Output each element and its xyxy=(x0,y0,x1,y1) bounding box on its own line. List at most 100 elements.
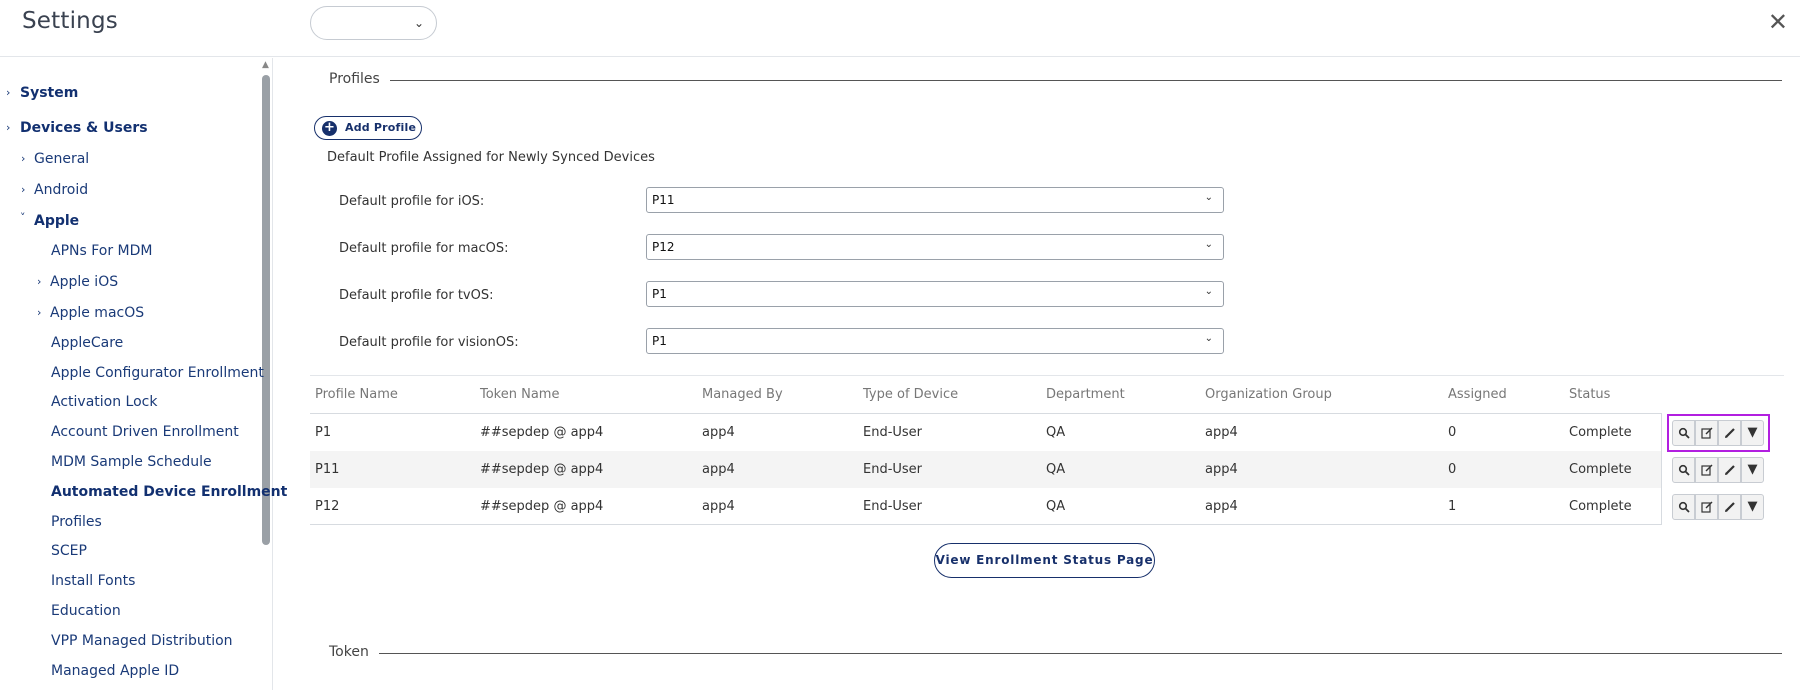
pencil-icon[interactable] xyxy=(1718,457,1741,483)
cell-status: Complete xyxy=(1569,499,1632,514)
sidebar-item-apple-macos[interactable]: Apple macOS xyxy=(50,305,144,321)
default-tvos-select[interactable]: P1 ⌄ xyxy=(646,281,1224,307)
col-managed-by[interactable]: Managed By xyxy=(702,387,783,402)
edit-box-icon[interactable] xyxy=(1695,494,1718,520)
cell-token-name: ##sepdep @ app4 xyxy=(480,462,604,477)
chevron-right-icon[interactable]: › xyxy=(21,183,25,196)
chevron-down-icon[interactable]: ˅ xyxy=(20,211,26,224)
col-status[interactable]: Status xyxy=(1569,387,1610,402)
default-tvos-label: Default profile for tvOS: xyxy=(339,288,494,303)
sidebar-item-apple-ios[interactable]: Apple iOS xyxy=(50,274,118,290)
cell-token-name: ##sepdep @ app4 xyxy=(480,499,604,514)
cell-assigned: 0 xyxy=(1448,425,1457,440)
sidebar-item-profiles[interactable]: Profiles xyxy=(51,514,102,530)
col-organization-group[interactable]: Organization Group xyxy=(1205,387,1332,402)
view-enrollment-status-button[interactable]: View Enrollment Status Page xyxy=(934,543,1155,578)
chevron-right-icon[interactable]: › xyxy=(6,86,10,99)
cell-organization-group: app4 xyxy=(1205,499,1238,514)
chevron-down-icon: ⌄ xyxy=(1204,192,1213,203)
cell-department: QA xyxy=(1046,462,1066,477)
scroll-up-arrow-icon[interactable]: ▲ xyxy=(262,60,269,70)
table-row[interactable]: P12 ##sepdep @ app4 app4 End-User QA app… xyxy=(310,488,1662,525)
close-icon[interactable]: ✕ xyxy=(1768,8,1788,36)
sidebar-item-general[interactable]: General xyxy=(34,151,89,167)
sidebar-item-scep[interactable]: SCEP xyxy=(51,543,87,559)
cell-status: Complete xyxy=(1569,425,1632,440)
table-row[interactable]: P1 ##sepdep @ app4 app4 End-User QA app4… xyxy=(310,414,1662,451)
add-profile-label: Add Profile xyxy=(345,121,417,134)
sidebar-item-apple-configurator[interactable]: Apple Configurator Enrollment xyxy=(51,365,264,381)
sidebar-scrollbar[interactable] xyxy=(262,75,270,545)
default-visionos-label: Default profile for visionOS: xyxy=(339,335,519,350)
sidebar-item-activation-lock[interactable]: Activation Lock xyxy=(51,394,157,410)
table-row[interactable]: P11 ##sepdep @ app4 app4 End-User QA app… xyxy=(310,451,1662,488)
table-bottom-border xyxy=(310,524,1662,525)
sidebar-item-system[interactable]: System xyxy=(20,85,78,101)
profiles-section-title: Profiles xyxy=(329,71,390,87)
default-macos-select[interactable]: P12 ⌄ xyxy=(646,234,1224,260)
cell-department: QA xyxy=(1046,425,1066,440)
col-type-of-device[interactable]: Type of Device xyxy=(863,387,958,402)
dropdown-arrow-icon[interactable]: ▼ xyxy=(1741,457,1764,483)
default-macos-value: P12 xyxy=(652,240,675,254)
sidebar-item-applecare[interactable]: AppleCare xyxy=(51,335,123,351)
header-bar: Settings ⌄ ✕ xyxy=(0,0,1800,57)
pencil-icon[interactable] xyxy=(1718,494,1741,520)
sidebar-item-managed-apple-id[interactable]: Managed Apple ID xyxy=(51,663,179,679)
default-ios-select[interactable]: P11 ⌄ xyxy=(646,187,1224,213)
page-title: Settings xyxy=(22,8,118,34)
dropdown-arrow-icon[interactable]: ▼ xyxy=(1741,494,1764,520)
sidebar-item-automated-device-enrollment[interactable]: Automated Device Enrollment xyxy=(51,484,287,500)
cell-token-name: ##sepdep @ app4 xyxy=(480,425,604,440)
row-actions: ▼ xyxy=(1672,494,1764,520)
cell-managed-by: app4 xyxy=(702,499,735,514)
sidebar-item-android[interactable]: Android xyxy=(34,182,88,198)
sidebar-item-account-driven[interactable]: Account Driven Enrollment xyxy=(51,424,239,440)
plus-circle-icon: + xyxy=(322,121,337,136)
chevron-down-icon: ⌄ xyxy=(413,16,424,30)
add-profile-button[interactable]: + Add Profile xyxy=(314,116,422,140)
cell-organization-group: app4 xyxy=(1205,462,1238,477)
col-assigned[interactable]: Assigned xyxy=(1448,387,1507,402)
cell-assigned: 0 xyxy=(1448,462,1457,477)
col-profile-name[interactable]: Profile Name xyxy=(315,387,398,402)
section-divider xyxy=(380,80,1782,81)
default-visionos-select[interactable]: P1 ⌄ xyxy=(646,328,1224,354)
chevron-down-icon: ⌄ xyxy=(1204,239,1213,250)
cell-profile-name: P11 xyxy=(315,462,340,477)
search-icon[interactable] xyxy=(1672,494,1695,520)
cell-type-of-device: End-User xyxy=(863,499,923,514)
sidebar-item-devices-users[interactable]: Devices & Users xyxy=(20,120,148,136)
top-dropdown[interactable]: ⌄ xyxy=(310,6,437,40)
sidebar-item-apns[interactable]: APNs For MDM xyxy=(51,243,153,259)
sidebar-item-mdm-sample-schedule[interactable]: MDM Sample Schedule xyxy=(51,454,212,470)
col-token-name[interactable]: Token Name xyxy=(480,387,559,402)
cell-type-of-device: End-User xyxy=(863,462,923,477)
chevron-right-icon[interactable]: › xyxy=(37,275,41,288)
section-divider xyxy=(375,653,1782,654)
row-actions: ▼ xyxy=(1672,457,1764,483)
default-ios-value: P11 xyxy=(652,193,675,207)
cell-type-of-device: End-User xyxy=(863,425,923,440)
sidebar-item-education[interactable]: Education xyxy=(51,603,121,619)
chevron-down-icon: ⌄ xyxy=(1204,286,1213,297)
cell-organization-group: app4 xyxy=(1205,425,1238,440)
edit-box-icon[interactable] xyxy=(1695,457,1718,483)
selection-highlight xyxy=(1667,414,1770,452)
chevron-right-icon[interactable]: › xyxy=(6,121,10,134)
default-visionos-value: P1 xyxy=(652,334,667,348)
default-ios-label: Default profile for iOS: xyxy=(339,194,485,209)
sidebar-item-apple[interactable]: Apple xyxy=(34,213,79,229)
col-department[interactable]: Department xyxy=(1046,387,1125,402)
chevron-right-icon[interactable]: › xyxy=(21,152,25,165)
search-icon[interactable] xyxy=(1672,457,1695,483)
chevron-down-icon: ⌄ xyxy=(1204,333,1213,344)
sidebar-item-vpp[interactable]: VPP Managed Distribution xyxy=(51,633,233,649)
table-top-border xyxy=(310,375,1784,376)
cell-department: QA xyxy=(1046,499,1066,514)
cell-managed-by: app4 xyxy=(702,425,735,440)
cell-status: Complete xyxy=(1569,462,1632,477)
chevron-right-icon[interactable]: › xyxy=(37,306,41,319)
cell-profile-name: P12 xyxy=(315,499,340,514)
sidebar-item-install-fonts[interactable]: Install Fonts xyxy=(51,573,135,589)
